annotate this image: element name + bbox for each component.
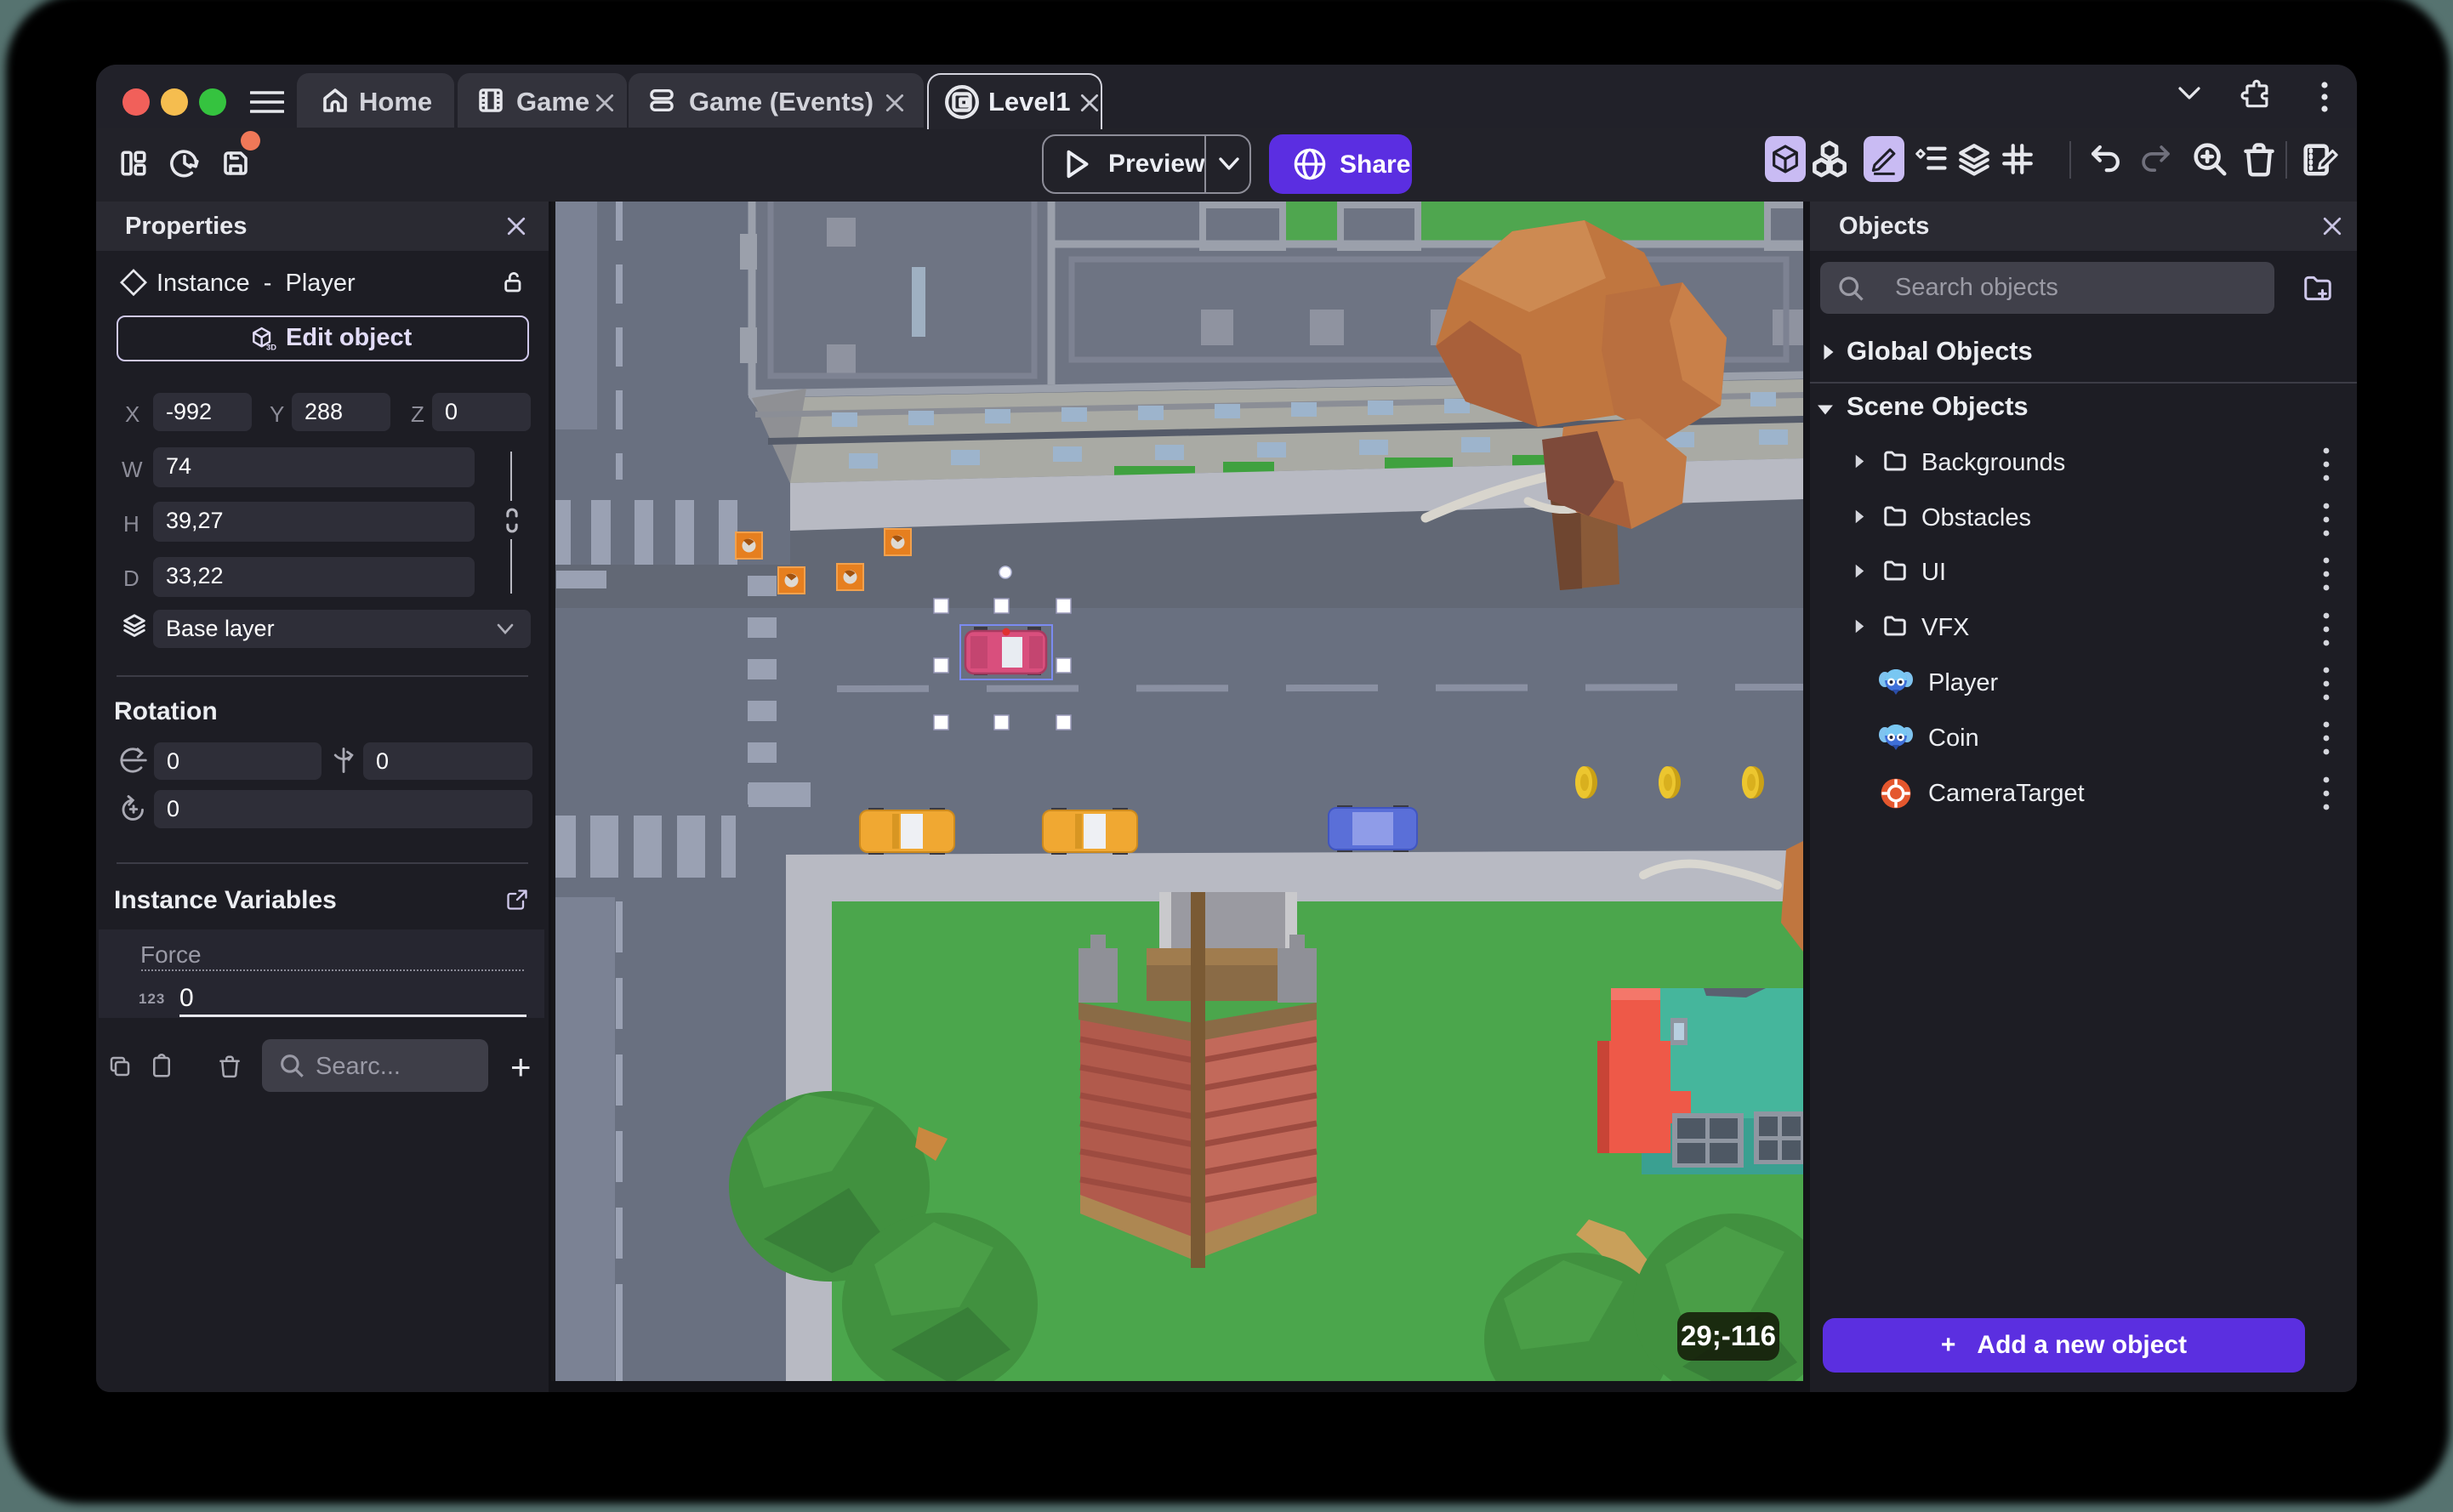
svg-text:29;-116: 29;-116 xyxy=(1681,1320,1776,1351)
svg-text:3D: 3D xyxy=(266,343,276,351)
